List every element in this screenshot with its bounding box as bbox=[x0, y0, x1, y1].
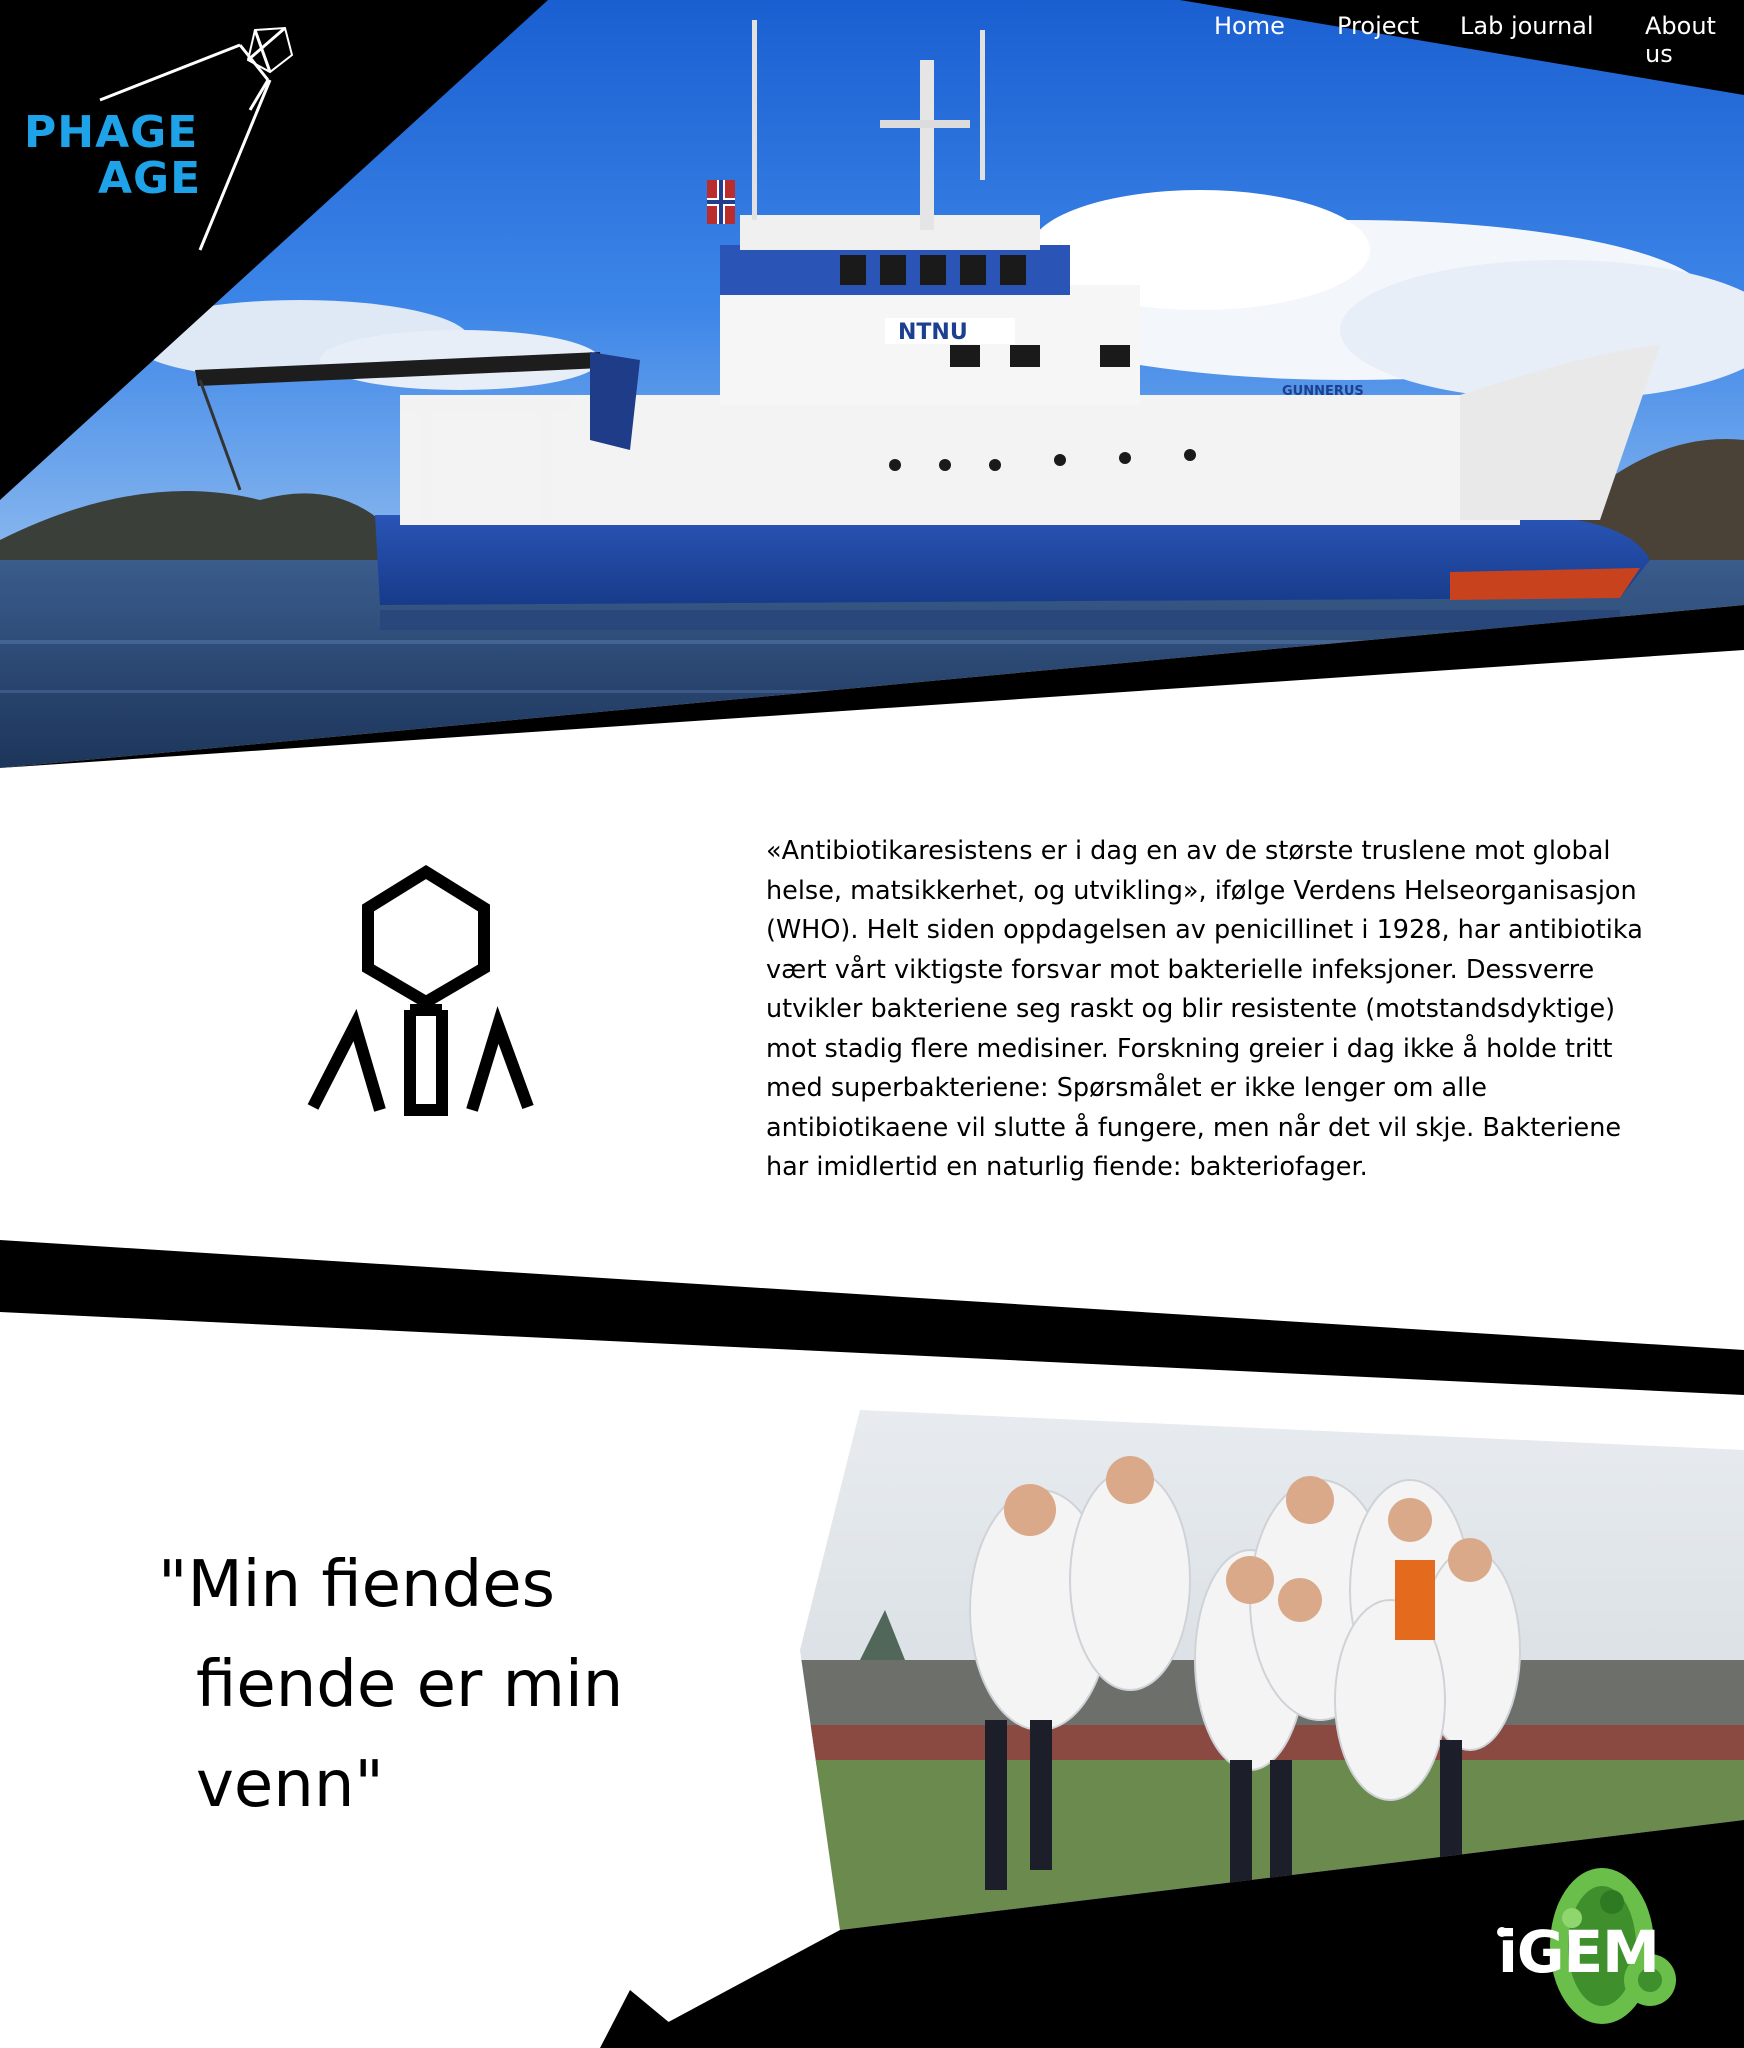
igem-wordmark: iGEM bbox=[1498, 1918, 1660, 1986]
quote-line2: fiende er min venn" bbox=[196, 1648, 624, 1822]
quote-line1: "Min fiendes bbox=[158, 1548, 555, 1622]
quote: "Min fiendes fiende er min venn" bbox=[158, 1535, 718, 1835]
